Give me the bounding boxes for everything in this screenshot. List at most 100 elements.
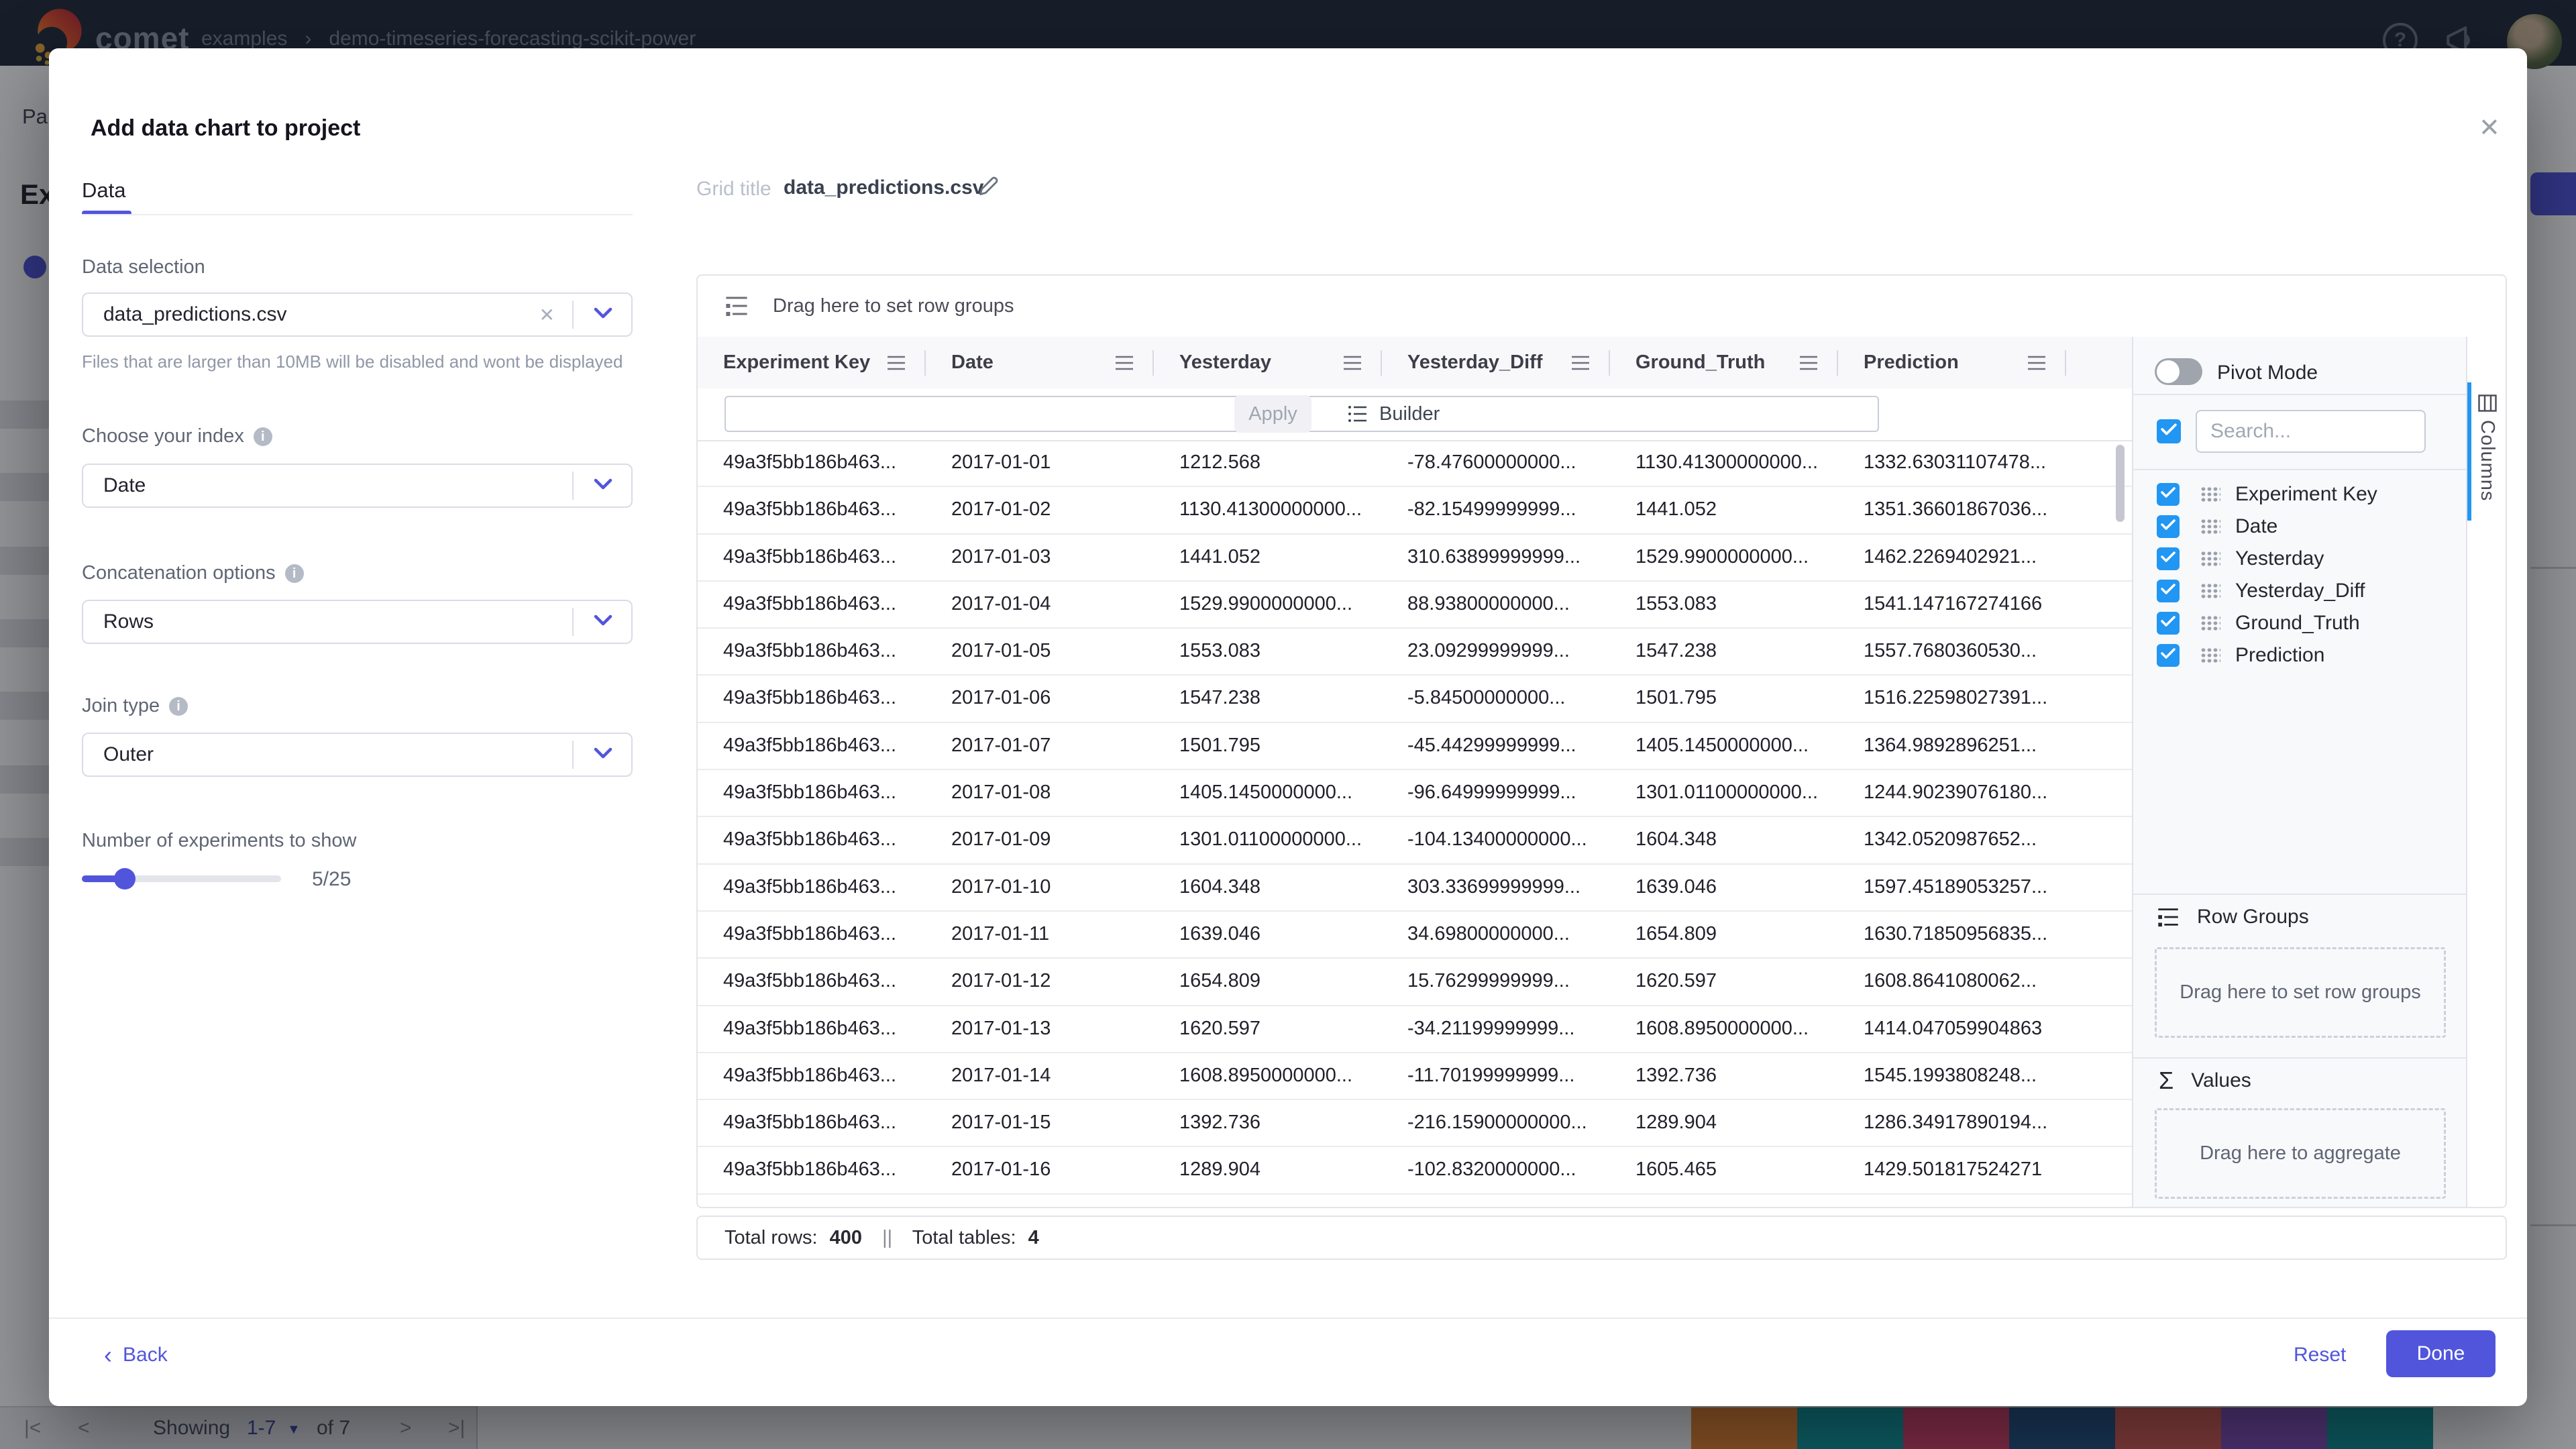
column-header-yesterday[interactable]: Yesterday bbox=[1154, 337, 1382, 388]
grid-header-row: Experiment KeyDateYesterdayYesterday_Dif… bbox=[698, 337, 2132, 390]
column-header-ground-truth[interactable]: Ground_Truth bbox=[1610, 337, 1838, 388]
vertical-scrollbar-thumb[interactable] bbox=[2116, 445, 2125, 522]
divider bbox=[49, 1318, 2527, 1319]
column-menu-icon[interactable] bbox=[1343, 356, 1362, 370]
table-cell: -82.15499999999... bbox=[1382, 487, 1610, 533]
join-type-value: Outer bbox=[103, 743, 572, 766]
tab-columns[interactable]: Columns bbox=[2476, 420, 2498, 501]
checkbox-checked[interactable] bbox=[2157, 547, 2180, 570]
columns-tab-icon[interactable] bbox=[2478, 394, 2497, 412]
table-cell: 1605.465 bbox=[1610, 1147, 1838, 1193]
column-header-prediction[interactable]: Prediction bbox=[1838, 337, 2066, 388]
close-icon[interactable]: ✕ bbox=[2479, 115, 2500, 141]
join-type-select[interactable]: Outer bbox=[82, 733, 633, 777]
column-header-experiment-key[interactable]: Experiment Key bbox=[698, 337, 926, 388]
select-all-checkbox[interactable] bbox=[2157, 419, 2181, 443]
grid-title-value: data_predictions.csv bbox=[784, 176, 983, 199]
column-menu-icon[interactable] bbox=[2027, 356, 2046, 370]
table-row: 49a3f5bb186b463...2017-01-091301.0110000… bbox=[698, 817, 2132, 864]
info-icon[interactable]: i bbox=[254, 427, 272, 446]
table-row: 49a3f5bb186b463...2017-01-031441.052310.… bbox=[698, 535, 2132, 582]
drag-grip-icon[interactable] bbox=[2200, 583, 2220, 599]
table-row: 49a3f5bb186b463...2017-01-081405.1450000… bbox=[698, 770, 2132, 817]
builder-button[interactable]: Builder bbox=[1343, 395, 1444, 433]
column-item-yesterday-diff[interactable]: Yesterday_Diff bbox=[2133, 575, 2466, 607]
table-cell: 49a3f5bb186b463... bbox=[698, 440, 926, 486]
chevron-down-icon[interactable] bbox=[592, 307, 614, 323]
table-cell: 1654.809 bbox=[1610, 912, 1838, 957]
chevron-down-icon[interactable] bbox=[592, 747, 614, 763]
table-cell: -11.70199999999... bbox=[1382, 1053, 1610, 1099]
checkbox-checked[interactable] bbox=[2157, 580, 2180, 602]
drag-grip-icon[interactable] bbox=[2200, 647, 2220, 663]
table-cell: 310.63899999999... bbox=[1382, 535, 1610, 580]
column-menu-icon[interactable] bbox=[1799, 356, 1818, 370]
drag-grip-icon[interactable] bbox=[2200, 551, 2220, 567]
checkbox-checked[interactable] bbox=[2157, 612, 2180, 635]
concatenation-select[interactable]: Rows bbox=[82, 600, 633, 644]
column-item-prediction[interactable]: Prediction bbox=[2133, 639, 2466, 672]
column-item-date[interactable]: Date bbox=[2133, 511, 2466, 543]
checkbox-checked[interactable] bbox=[2157, 483, 2180, 506]
column-menu-icon[interactable] bbox=[1571, 356, 1590, 370]
table-cell: 1301.01100000000... bbox=[1610, 770, 1838, 816]
total-rows-value: 400 bbox=[830, 1227, 862, 1248]
table-cell: 2017-01-04 bbox=[926, 582, 1154, 627]
table-cell: -96.64999999999... bbox=[1382, 770, 1610, 816]
chevron-left-icon: ‹ bbox=[104, 1345, 112, 1365]
chevron-down-icon[interactable] bbox=[592, 478, 614, 494]
done-button[interactable]: Done bbox=[2386, 1330, 2496, 1377]
apply-button[interactable]: Apply bbox=[1234, 395, 1311, 433]
table-cell: 2017-01-16 bbox=[926, 1147, 1154, 1193]
experiments-count-label: Number of experiments to show bbox=[82, 830, 356, 852]
reset-button[interactable]: Reset bbox=[2290, 1343, 2350, 1367]
index-value: Date bbox=[103, 474, 572, 497]
data-selection-helper: Files that are larger than 10MB will be … bbox=[82, 352, 623, 372]
values-label: Values bbox=[2191, 1069, 2251, 1092]
drag-grip-icon[interactable] bbox=[2200, 486, 2220, 502]
table-cell: 49a3f5bb186b463... bbox=[698, 817, 926, 863]
pivot-mode-toggle[interactable] bbox=[2155, 358, 2202, 385]
side-tab-strip: Columns bbox=[2466, 337, 2507, 1208]
column-item-yesterday[interactable]: Yesterday bbox=[2133, 543, 2466, 575]
data-selection-select[interactable]: data_predictions.csv ✕ bbox=[82, 292, 633, 337]
table-cell: 1639.046 bbox=[1610, 865, 1838, 910]
checkbox-checked[interactable] bbox=[2157, 644, 2180, 667]
table-cell: 1501.795 bbox=[1154, 723, 1382, 769]
edit-pencil-icon[interactable] bbox=[976, 174, 1000, 199]
chevron-down-icon[interactable] bbox=[592, 614, 614, 631]
experiments-slider[interactable] bbox=[82, 875, 281, 882]
table-cell: 2017-01-02 bbox=[926, 487, 1154, 533]
join-type-label: Join typei bbox=[82, 695, 188, 717]
column-search-input[interactable] bbox=[2196, 410, 2426, 453]
column-item-experiment-key[interactable]: Experiment Key bbox=[2133, 478, 2466, 511]
drag-grip-icon[interactable] bbox=[2200, 615, 2220, 631]
modal-title: Add data chart to project bbox=[91, 115, 360, 142]
column-menu-icon[interactable] bbox=[887, 356, 906, 370]
row-groups-drop-zone[interactable]: Drag here to set row groups bbox=[2155, 947, 2446, 1038]
table-row: 49a3f5bb186b463...2017-01-101604.348303.… bbox=[698, 865, 2132, 912]
index-label: Choose your indexi bbox=[82, 425, 272, 447]
column-header-date[interactable]: Date bbox=[926, 337, 1154, 388]
table-cell: 2017-01-09 bbox=[926, 817, 1154, 863]
values-drop-zone[interactable]: Drag here to aggregate bbox=[2155, 1108, 2446, 1199]
column-item-ground-truth[interactable]: Ground_Truth bbox=[2133, 607, 2466, 639]
checkbox-checked[interactable] bbox=[2157, 515, 2180, 538]
table-cell: 1639.046 bbox=[1154, 912, 1382, 957]
column-header-yesterday-diff[interactable]: Yesterday_Diff bbox=[1382, 337, 1610, 388]
tab-data[interactable]: Data bbox=[82, 178, 125, 203]
info-icon[interactable]: i bbox=[169, 697, 188, 716]
drag-grip-icon[interactable] bbox=[2200, 519, 2220, 535]
divider bbox=[572, 608, 574, 636]
grid-body: 49a3f5bb186b463...2017-01-011212.568-78.… bbox=[698, 440, 2132, 1208]
divider bbox=[82, 214, 633, 215]
row-group-drop-bar[interactable]: Drag here to set row groups bbox=[698, 276, 2506, 338]
column-menu-icon[interactable] bbox=[1115, 356, 1134, 370]
back-button[interactable]: ‹ Back bbox=[100, 1343, 172, 1367]
table-cell: 1212.568 bbox=[1154, 440, 1382, 486]
index-select[interactable]: Date bbox=[82, 464, 633, 508]
slider-handle[interactable] bbox=[114, 868, 136, 890]
row-groups-drop-text: Drag here to set row groups bbox=[2180, 981, 2420, 1004]
clear-icon[interactable]: ✕ bbox=[539, 304, 555, 326]
info-icon[interactable]: i bbox=[285, 564, 304, 583]
